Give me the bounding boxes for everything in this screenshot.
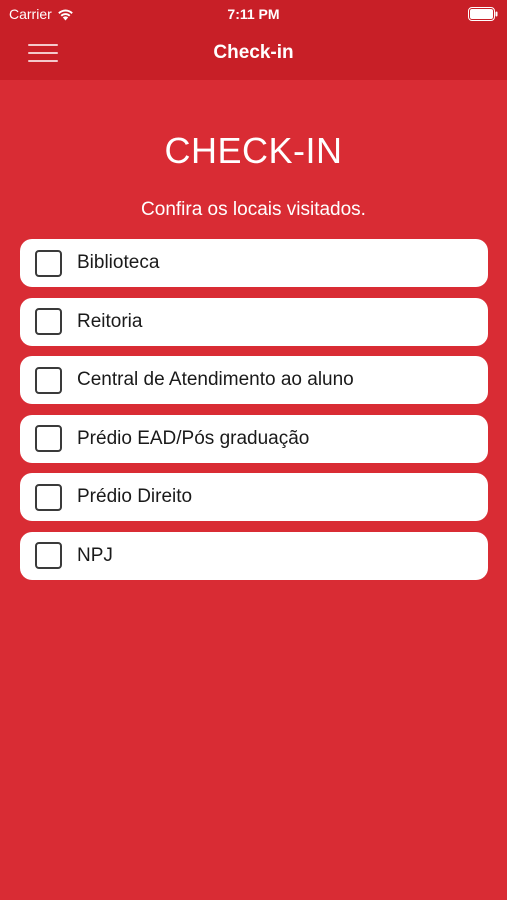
nav-title: Check-in <box>213 42 294 63</box>
navigation-bar: Check-in <box>0 28 507 80</box>
location-label: Prédio EAD/Pós graduação <box>77 427 310 449</box>
checkbox[interactable] <box>35 483 62 511</box>
location-item-predio-ead[interactable]: Prédio EAD/Pós graduação <box>20 414 488 463</box>
location-item-predio-direito[interactable]: Prédio Direito <box>20 473 488 521</box>
checkbox[interactable] <box>35 425 62 452</box>
checkbox[interactable] <box>35 366 62 394</box>
location-item-biblioteca[interactable]: Biblioteca <box>20 239 488 287</box>
checkbox[interactable] <box>35 542 62 569</box>
checkbox[interactable] <box>35 308 62 335</box>
location-label: NPJ <box>77 544 113 566</box>
status-time: 7:11 PM <box>227 6 280 22</box>
battery-icon <box>468 7 498 21</box>
location-label: Prédio Direito <box>77 486 193 507</box>
location-label: Reitoria <box>77 310 143 332</box>
locations-list: Biblioteca Reitoria Central de Atendimen… <box>20 239 488 590</box>
location-label: Central de Atendimento ao aluno <box>77 369 354 390</box>
location-item-npj[interactable]: NPJ <box>20 531 488 580</box>
location-item-central-atendimento[interactable]: Central de Atendimento ao aluno <box>20 356 488 404</box>
checkbox[interactable] <box>35 249 62 277</box>
page-subheading: Confira os locais visitados. <box>141 199 366 220</box>
location-label: Biblioteca <box>77 252 160 273</box>
status-bar: Carrier 7:11 PM <box>0 0 507 28</box>
location-item-reitoria[interactable]: Reitoria <box>20 297 488 346</box>
page-heading: CHECK-IN <box>164 130 343 171</box>
